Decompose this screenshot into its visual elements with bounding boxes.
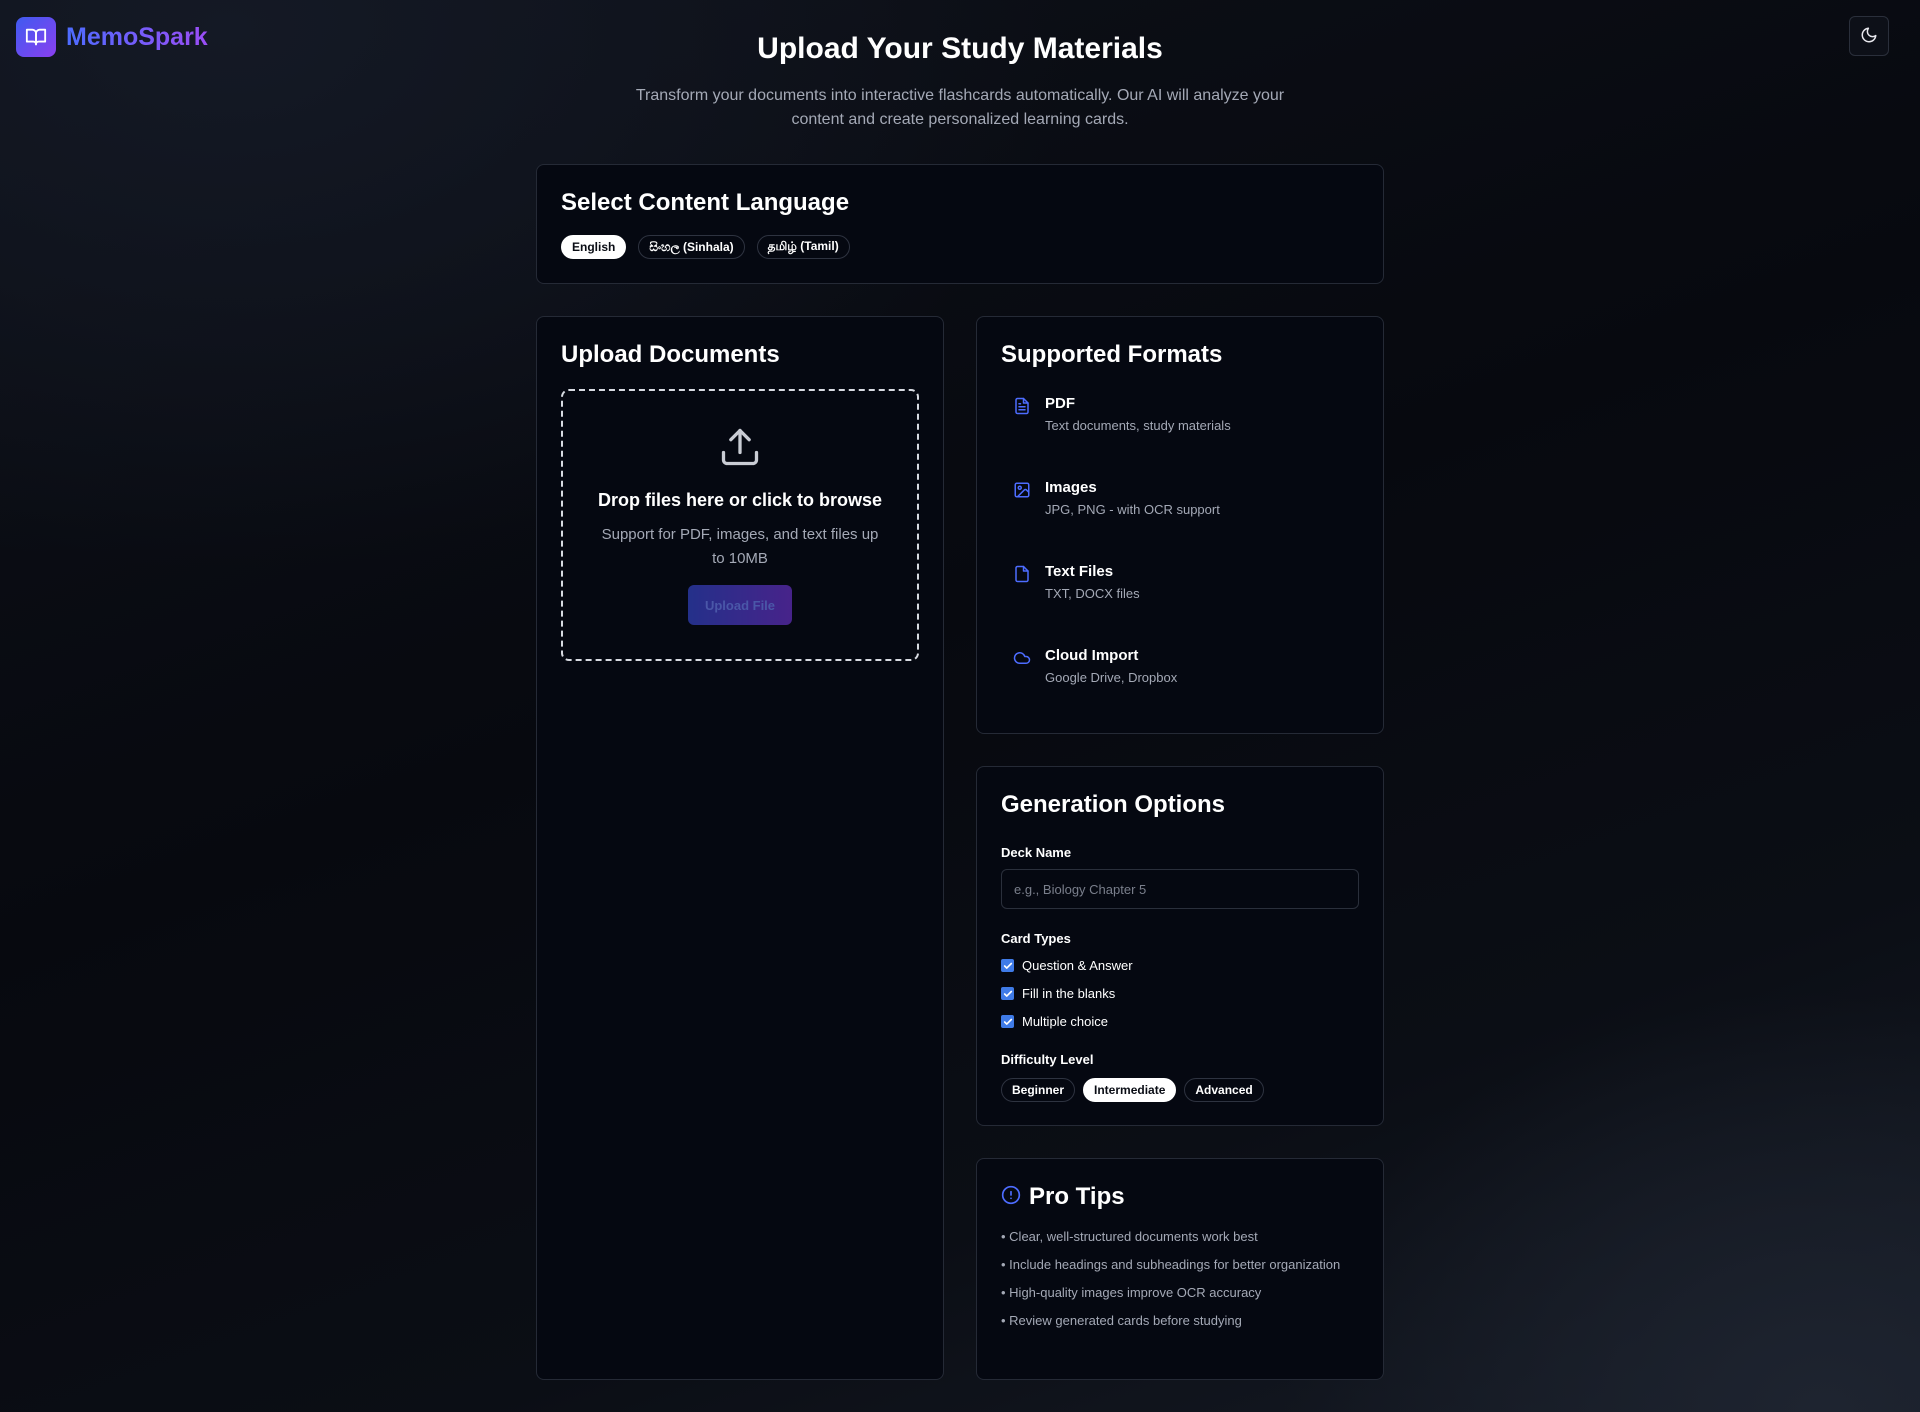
generation-options-card: Generation Options Deck Name Card Types … xyxy=(976,766,1384,1126)
format-item: PDF Text documents, study materials xyxy=(1013,395,1359,479)
checkbox-checked[interactable] xyxy=(1001,1015,1014,1028)
pro-tips-card: Pro Tips • Clear, well-structured docume… xyxy=(976,1158,1384,1380)
cloud-icon xyxy=(1013,649,1033,669)
dropzone-title: Drop files here or click to browse xyxy=(597,490,883,510)
difficulty-beginner[interactable]: Beginner xyxy=(1001,1078,1076,1102)
upload-icon xyxy=(718,425,762,474)
difficulty-options: Beginner Intermediate Advanced xyxy=(1001,1078,1359,1102)
supported-formats-card: Supported Formats PDF Text documents, st… xyxy=(976,316,1384,734)
card-type-option[interactable]: Fill in the blanks xyxy=(1001,985,1359,1002)
language-option-sinhala[interactable]: සිංහල (Sinhala) xyxy=(638,235,745,259)
deck-name-label: Deck Name xyxy=(1001,845,1072,860)
formats-card-title: Supported Formats xyxy=(1001,341,1223,368)
format-desc: JPG, PNG - with OCR support xyxy=(1045,502,1220,517)
tip-item: • Review generated cards before studying xyxy=(1001,1313,1242,1328)
tips-card-title: Pro Tips xyxy=(1029,1183,1125,1210)
file-icon xyxy=(1013,565,1033,585)
format-desc: Google Drive, Dropbox xyxy=(1045,670,1178,685)
format-name: Images xyxy=(1045,479,1097,496)
file-dropzone[interactable]: Drop files here or click to browse Suppo… xyxy=(561,389,919,661)
format-name: Cloud Import xyxy=(1045,647,1139,664)
language-options: English සිංහල (Sinhala) தமிழ் (Tamil) xyxy=(561,235,1359,259)
page-title: Upload Your Study Materials xyxy=(757,32,1163,65)
checkbox-checked[interactable] xyxy=(1001,959,1014,972)
language-option-tamil[interactable]: தமிழ் (Tamil) xyxy=(756,235,850,259)
upload-card-title: Upload Documents xyxy=(561,341,780,368)
language-card: Select Content Language English සිංහල (S… xyxy=(536,164,1384,284)
card-type-label: Question & Answer xyxy=(1022,958,1133,973)
file-text-icon xyxy=(1013,397,1033,417)
card-type-option[interactable]: Multiple choice xyxy=(1001,1013,1359,1030)
format-desc: TXT, DOCX files xyxy=(1045,586,1140,601)
deck-name-input[interactable] xyxy=(1001,869,1359,909)
card-type-label: Fill in the blanks xyxy=(1022,986,1116,1001)
difficulty-advanced[interactable]: Advanced xyxy=(1184,1078,1264,1102)
tip-item: • Clear, well-structured documents work … xyxy=(1001,1229,1258,1244)
upload-card: Upload Documents Drop files here or clic… xyxy=(536,316,944,1380)
language-option-english[interactable]: English xyxy=(561,235,627,259)
card-types-label: Card Types xyxy=(1001,931,1071,946)
format-name: Text Files xyxy=(1045,563,1114,580)
language-card-title: Select Content Language xyxy=(561,189,850,216)
formats-list: PDF Text documents, study materials Imag… xyxy=(1001,395,1359,731)
format-name: PDF xyxy=(1045,395,1075,412)
image-icon xyxy=(1013,481,1033,501)
page-subtitle: Transform your documents into interactiv… xyxy=(635,87,1285,128)
format-item: Text Files TXT, DOCX files xyxy=(1013,563,1359,647)
format-item: Cloud Import Google Drive, Dropbox xyxy=(1013,647,1359,731)
format-item: Images JPG, PNG - with OCR support xyxy=(1013,479,1359,563)
tip-item: • Include headings and subheadings for b… xyxy=(1001,1257,1341,1272)
tips-header: Pro Tips xyxy=(1001,1183,1359,1211)
difficulty-intermediate[interactable]: Intermediate xyxy=(1083,1078,1177,1102)
dropzone-subtitle: Support for PDF, images, and text files … xyxy=(601,526,879,567)
checkbox-checked[interactable] xyxy=(1001,987,1014,1000)
tip-item: • High-quality images improve OCR accura… xyxy=(1001,1285,1262,1300)
upload-file-button[interactable]: Upload File xyxy=(688,585,792,625)
card-type-option[interactable]: Question & Answer xyxy=(1001,957,1359,974)
tips-list: • Clear, well-structured documents work … xyxy=(1001,1227,1359,1331)
difficulty-label: Difficulty Level xyxy=(1001,1052,1094,1067)
card-type-label: Multiple choice xyxy=(1022,1014,1108,1029)
format-desc: Text documents, study materials xyxy=(1045,418,1231,433)
alert-circle-icon xyxy=(1001,1185,1021,1210)
generation-card-title: Generation Options xyxy=(1001,791,1226,818)
